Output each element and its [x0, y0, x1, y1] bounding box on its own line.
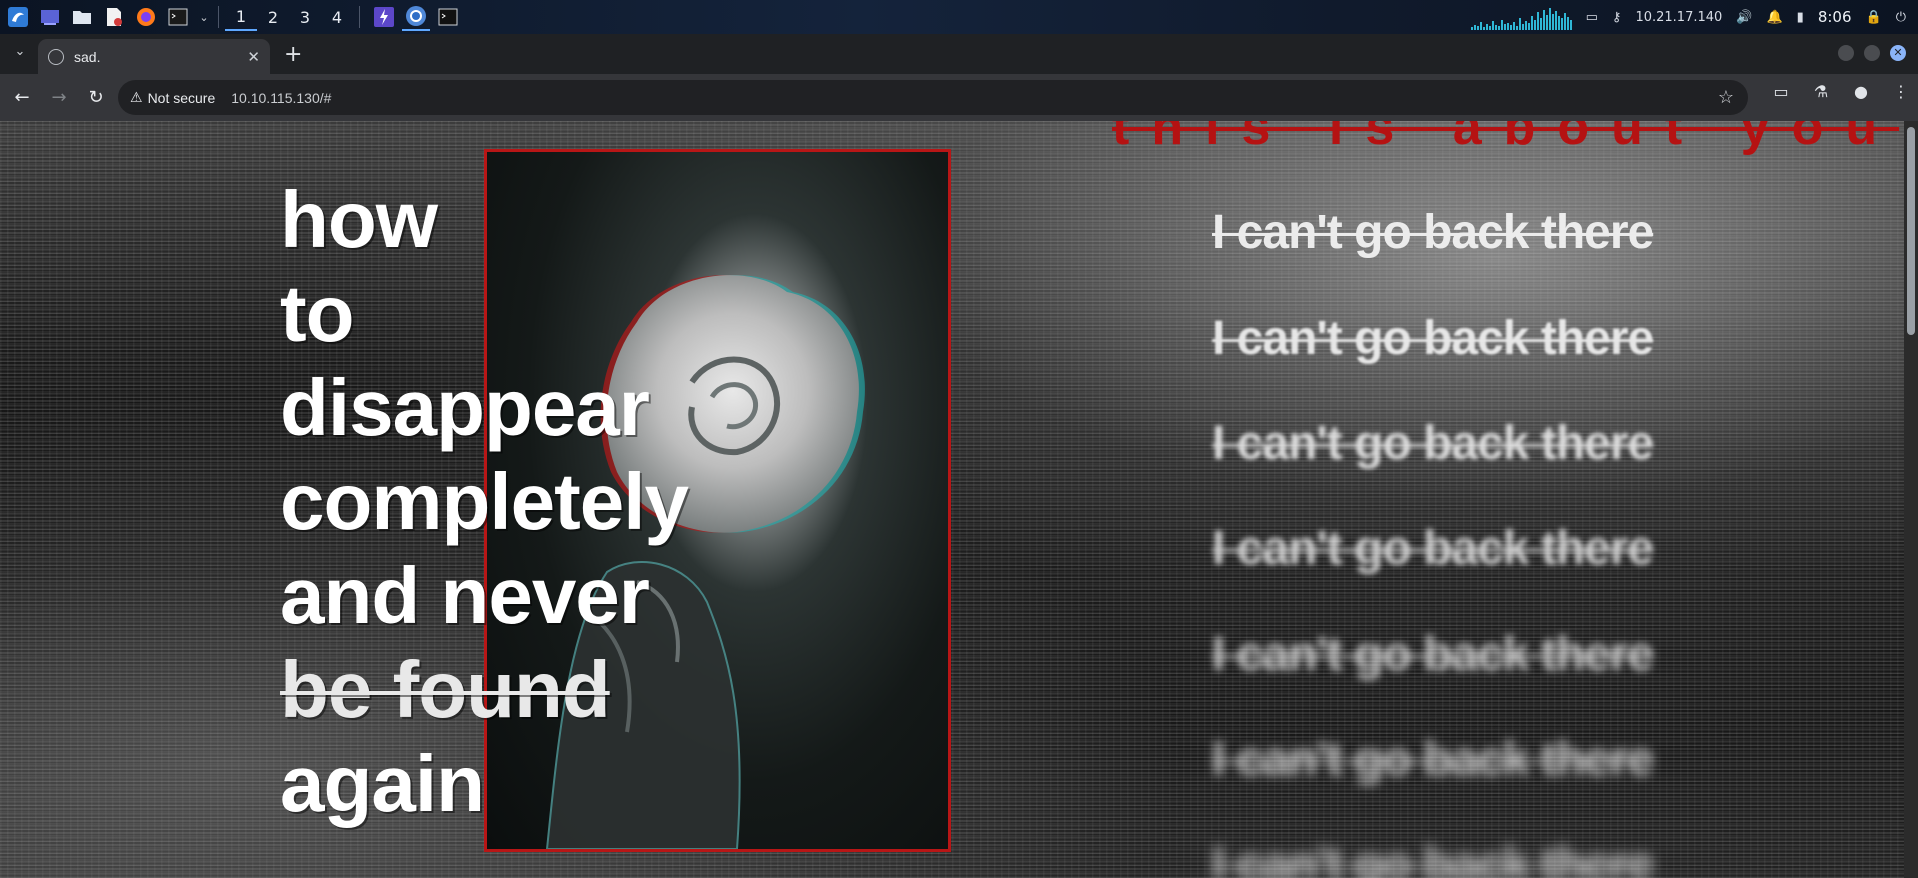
desktop-icon[interactable]: [36, 3, 64, 31]
headline-line: to: [280, 269, 355, 358]
repeat-line: I can't go back there: [1212, 417, 1654, 470]
chrome-icon[interactable]: [402, 3, 430, 31]
repeat-line: I can't go back there: [1212, 312, 1654, 365]
chevron-down-icon[interactable]: ⌄: [196, 3, 212, 31]
headline: how to disappear completely and never be…: [280, 173, 689, 831]
back-arrow-icon[interactable]: ←: [7, 83, 37, 113]
repeat-line: I can't go back there: [1212, 628, 1654, 681]
terminal-small-icon[interactable]: [434, 3, 462, 31]
security-label[interactable]: Not secure: [148, 90, 216, 106]
display-icon[interactable]: ▭: [1586, 10, 1598, 25]
repeat-line: I can't go back there: [1212, 522, 1654, 575]
taskbar-divider: [218, 6, 219, 28]
url-text[interactable]: 10.10.115.130/#: [231, 90, 331, 106]
warning-triangle-icon[interactable]: ⚠: [130, 89, 143, 106]
lock-screen-icon[interactable]: 🔒: [1866, 10, 1882, 25]
workspace-3[interactable]: 3: [289, 3, 321, 31]
extensions-puzzle-icon[interactable]: ▭: [1768, 82, 1794, 101]
firefox-icon[interactable]: [132, 3, 160, 31]
labs-flask-icon[interactable]: ⚗: [1808, 82, 1834, 101]
terminal-icon[interactable]: [164, 3, 192, 31]
workspace-4[interactable]: 4: [321, 3, 353, 31]
scrollbar-thumb[interactable]: [1907, 127, 1915, 335]
new-tab-plus-icon[interactable]: +: [284, 42, 302, 67]
close-tab-icon[interactable]: ✕: [247, 48, 260, 66]
headline-line: again: [280, 739, 485, 828]
workspace-2[interactable]: 2: [257, 3, 289, 31]
text-editor-icon[interactable]: [100, 3, 128, 31]
maximize-window-button[interactable]: [1864, 45, 1880, 61]
kebab-menu-icon[interactable]: ⋮: [1888, 82, 1914, 101]
headline-line-strikethrough: be found: [280, 645, 611, 734]
files-icon[interactable]: [68, 3, 96, 31]
workspace-1[interactable]: 1: [225, 3, 257, 31]
ip-address: 10.21.17.140: [1635, 9, 1723, 25]
repeat-line: I can't go back there: [1212, 838, 1654, 878]
vpn-lock-icon[interactable]: ⚷: [1612, 10, 1622, 25]
forward-arrow-icon[interactable]: →: [44, 83, 74, 113]
browser-toolbar: ← → ↻ ⚠ Not secure 10.10.115.130/# ☆ ▭ ⚗…: [0, 74, 1918, 121]
notification-bell-icon[interactable]: 🔔: [1766, 10, 1782, 25]
tab-title: sad.: [74, 48, 101, 65]
bookmark-star-icon[interactable]: ☆: [1718, 87, 1734, 108]
headline-line: disappear: [280, 363, 650, 452]
web-page-viewport: this is about you how to disappear compl…: [0, 121, 1918, 878]
tab-search-chevron-icon[interactable]: ⌄: [8, 44, 32, 66]
os-taskbar: ⌄ 1 2 3 4 ▭ ⚷ 10.21.17.140 🔊 🔔 ▮ 8:06 🔒 …: [0, 0, 1918, 34]
kali-menu-icon[interactable]: [4, 3, 32, 31]
reload-icon[interactable]: ↻: [81, 83, 111, 113]
burp-icon[interactable]: [370, 3, 398, 31]
minimize-window-button[interactable]: [1838, 45, 1854, 61]
top-strikethrough-text: this is about you: [1112, 121, 1900, 156]
repeat-line: I can't go back there: [1212, 733, 1654, 786]
page-scrollbar[interactable]: [1904, 121, 1918, 878]
power-icon[interactable]: ⏻: [1896, 10, 1906, 25]
close-window-button[interactable]: ✕: [1890, 45, 1906, 61]
headline-line: and never: [280, 551, 650, 640]
volume-icon[interactable]: 🔊: [1736, 10, 1752, 25]
repeat-line: I can't go back there: [1212, 206, 1654, 259]
network-graph: [1470, 4, 1572, 30]
browser-tab-active[interactable]: sad. ✕: [38, 39, 270, 74]
address-bar[interactable]: ⚠ Not secure 10.10.115.130/# ☆: [118, 80, 1748, 115]
headline-line: completely: [280, 457, 689, 546]
taskbar-divider: [359, 6, 360, 28]
profile-avatar-icon[interactable]: ●: [1848, 82, 1874, 101]
clock: 8:06: [1817, 8, 1852, 26]
globe-icon: [48, 48, 64, 65]
battery-icon[interactable]: ▮: [1797, 10, 1804, 25]
headline-line: how: [280, 175, 438, 264]
browser-tab-strip: ⌄ sad. ✕ + ✕: [0, 34, 1918, 74]
